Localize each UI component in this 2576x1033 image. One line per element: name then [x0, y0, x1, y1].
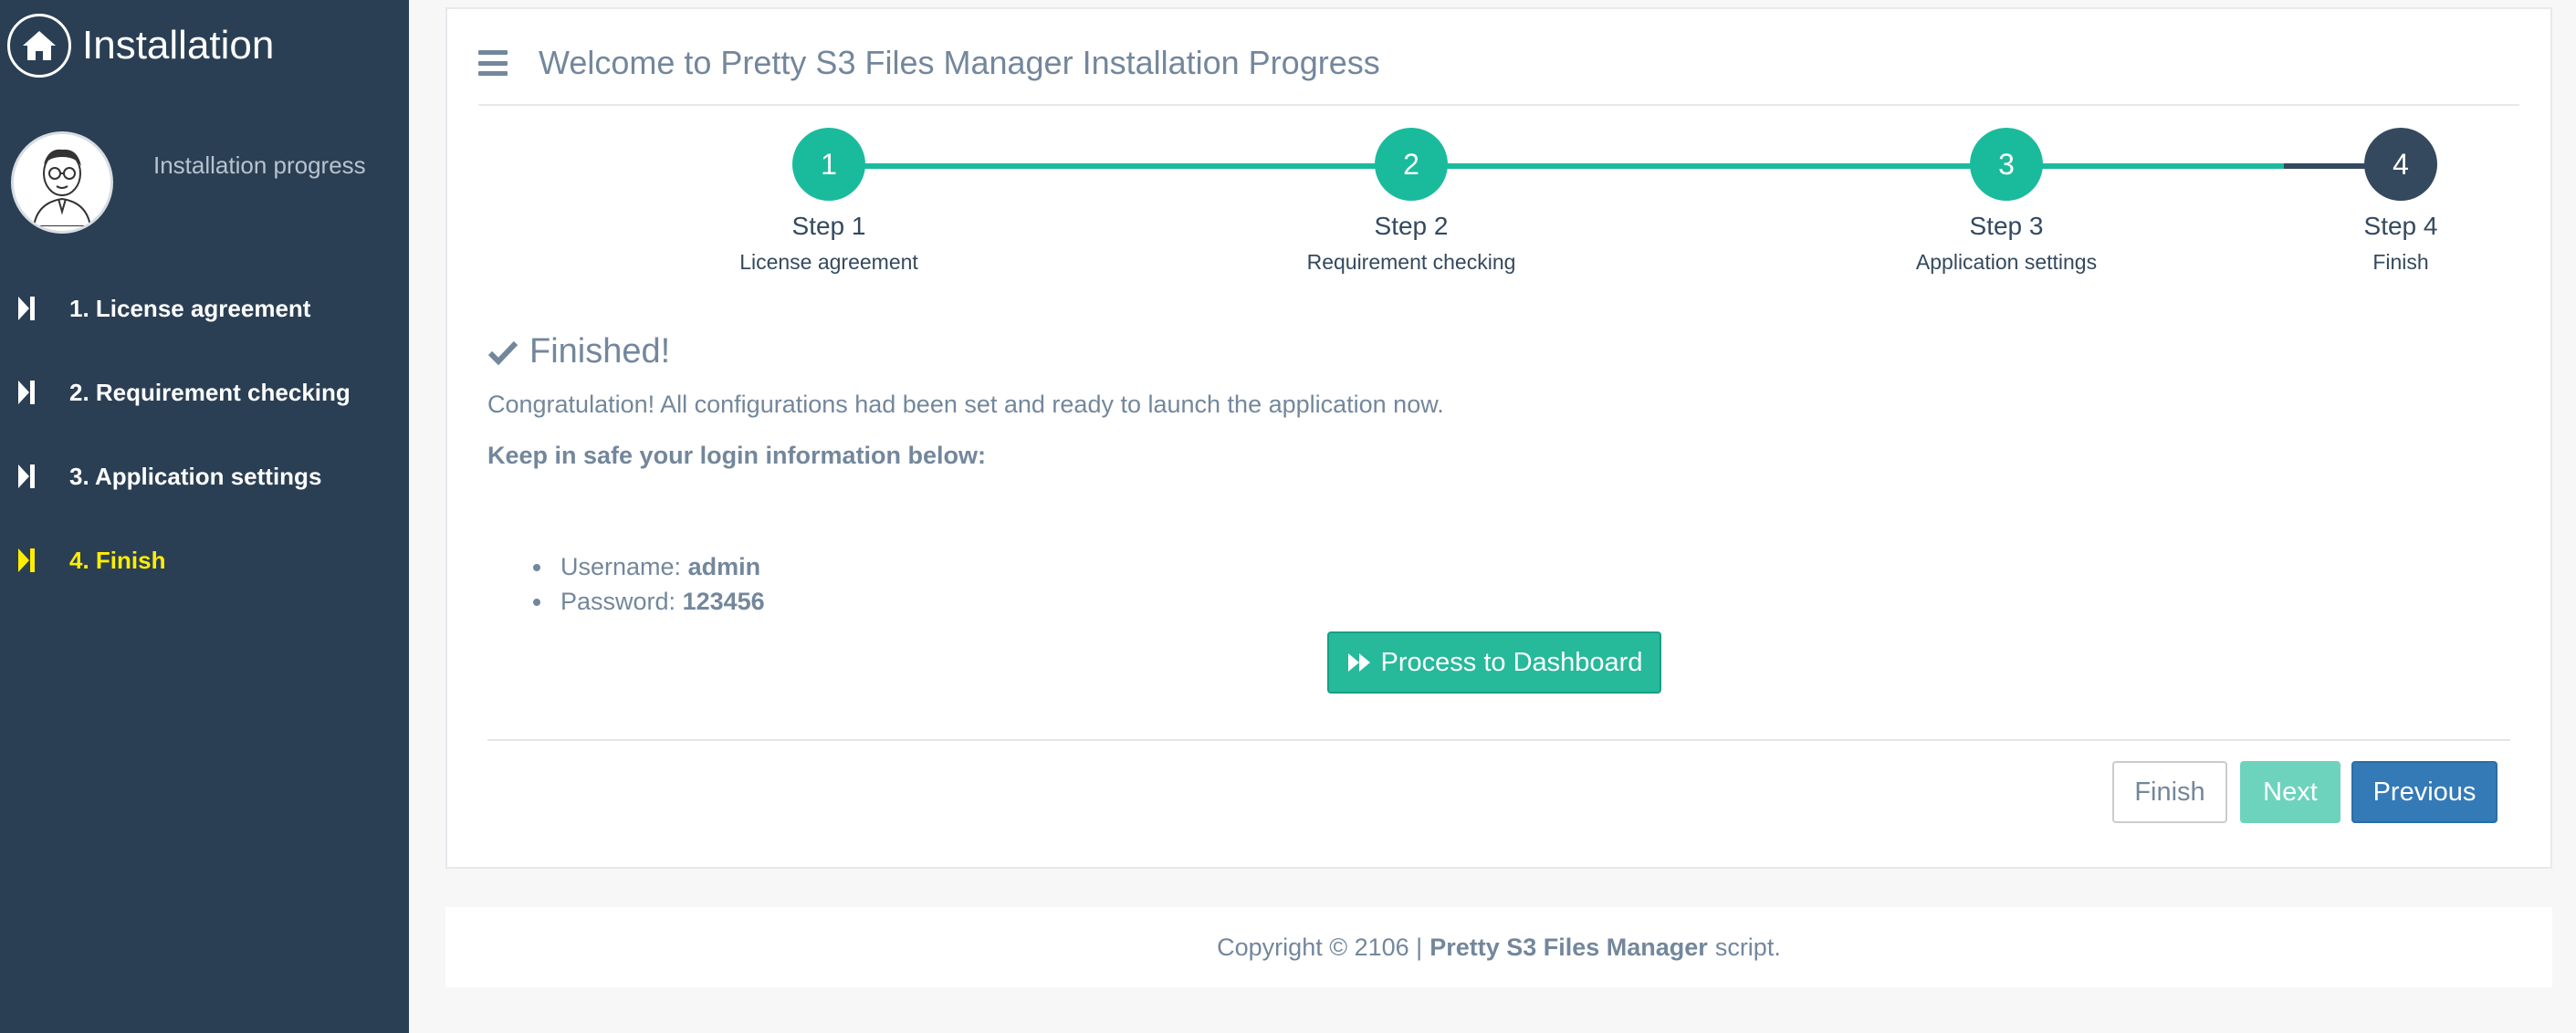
password-item: Password: 123456 [533, 584, 765, 619]
footer-prefix: Copyright © 2106 | [1217, 933, 1423, 961]
username-item: Username: admin [533, 549, 765, 584]
finished-title-text: Finished! [529, 332, 671, 370]
step-forward-icon [16, 294, 38, 323]
wizard-step-3-sub: Application settings [1915, 250, 2098, 274]
step-forward-icon [16, 462, 38, 491]
wizard-step-2[interactable]: 2 [1375, 128, 1448, 201]
step-forward-icon [16, 378, 38, 407]
credentials-list: Username: admin Password: 123456 [533, 549, 765, 619]
sidebar-item-requirement[interactable]: 2. Requirement checking [0, 350, 409, 434]
sidebar-item-label: 3. Application settings [69, 462, 322, 490]
sidebar-item-label: 2. Requirement checking [69, 378, 351, 406]
footer-suffix: script. [1714, 933, 1781, 961]
wizard-step-4-sub: Finish [2372, 250, 2429, 274]
finished-title: Finished! [487, 332, 670, 371]
sidebar-item-license[interactable]: 1. License agreement [0, 266, 409, 350]
brand[interactable]: Installation [7, 11, 274, 80]
wizard-step-1-sub: License agreement [739, 250, 918, 274]
wizard-step-1[interactable]: 1 [792, 128, 865, 201]
password-value: 123456 [682, 588, 765, 615]
sidebar: Installation Installation progress 1. Li… [0, 0, 409, 1033]
username-value: admin [687, 553, 761, 580]
profile-text: Installation progress [153, 151, 366, 179]
avatar [11, 131, 113, 234]
wizard-step-2-sub: Requirement checking [1306, 250, 1516, 274]
wizard-step-1-label: Step 1 [791, 212, 866, 240]
wizard-step-3[interactable]: 3 [1970, 128, 2043, 201]
step-forward-icon [16, 546, 38, 575]
sidebar-item-settings[interactable]: 3. Application settings [0, 434, 409, 518]
sidebar-item-label: 1. License agreement [69, 294, 311, 322]
congrats-text: Congratulation! All configurations had b… [487, 391, 1444, 418]
keep-safe-text: Keep in safe your login information belo… [487, 442, 987, 469]
username-label: Username: [560, 553, 682, 580]
wizard: 1 Step 1 License agreement 2 Step 2 Requ… [447, 9, 2550, 301]
process-to-dashboard-button[interactable]: Process to Dashboard [1327, 631, 1661, 694]
wizard-step-2-label: Step 2 [1374, 212, 1449, 240]
footer: Copyright © 2106 | Pretty S3 Files Manag… [445, 907, 2552, 987]
divider [487, 739, 2510, 741]
next-button[interactable]: Next [2240, 761, 2340, 823]
sidebar-item-label: 4. Finish [69, 546, 166, 574]
check-icon [487, 339, 518, 365]
brand-title: Installation [82, 23, 275, 68]
main-panel: Welcome to Pretty S3 Files Manager Insta… [445, 7, 2552, 869]
wizard-progress-line [829, 163, 2324, 169]
wizard-current-line [2284, 163, 2366, 169]
password-label: Password: [560, 588, 676, 615]
wizard-step-3-label: Step 3 [1969, 212, 2044, 240]
previous-button[interactable]: Previous [2351, 761, 2497, 823]
home-icon [7, 14, 71, 78]
sidebar-item-finish[interactable]: 4. Finish [0, 518, 409, 602]
finish-button[interactable]: Finish [2112, 761, 2227, 823]
wizard-step-4[interactable]: 4 [2364, 128, 2437, 201]
sidebar-menu: 1. License agreement 2. Requirement chec… [0, 266, 409, 602]
fast-forward-icon [1346, 652, 1372, 673]
dashboard-button-label: Process to Dashboard [1380, 647, 1643, 677]
footer-product: Pretty S3 Files Manager [1429, 933, 1708, 961]
wizard-step-4-label: Step 4 [2363, 212, 2438, 240]
